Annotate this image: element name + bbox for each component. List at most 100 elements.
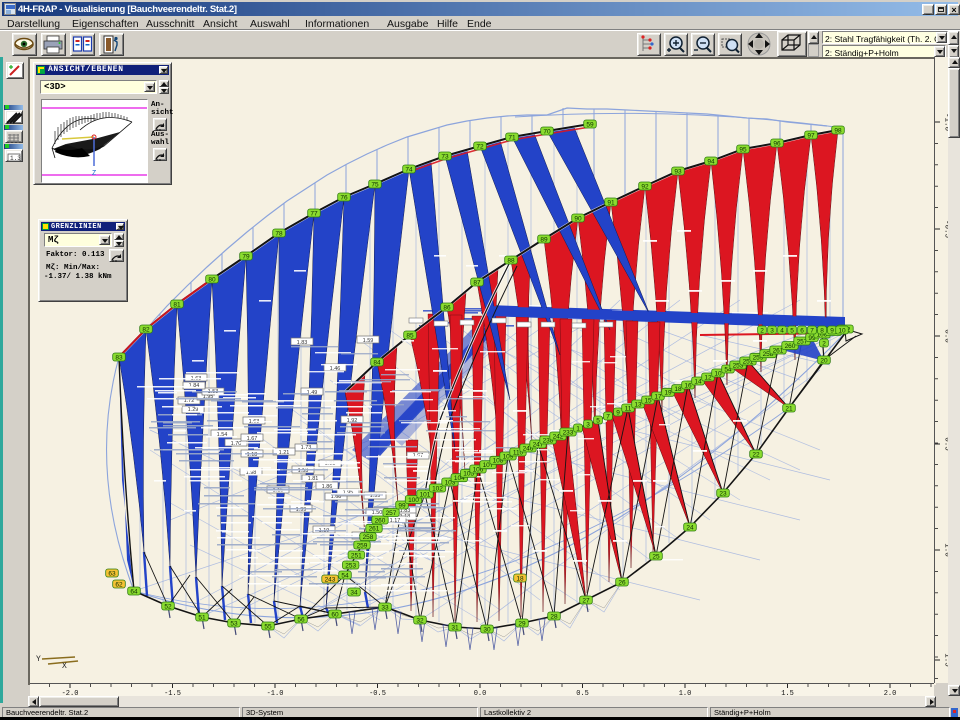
svg-text:25: 25 <box>652 553 660 560</box>
svg-text:1.70: 1.70 <box>231 441 242 447</box>
svg-text:5: 5 <box>596 417 600 424</box>
svg-text:251: 251 <box>351 552 362 559</box>
svg-text:1.18: 1.18 <box>247 452 258 458</box>
svg-text:34: 34 <box>350 589 358 596</box>
svg-text:Y: Y <box>36 655 41 664</box>
svg-text:8: 8 <box>820 327 824 334</box>
svg-text:1.67: 1.67 <box>247 436 258 442</box>
svg-text:59: 59 <box>586 121 594 128</box>
svg-text:233: 233 <box>563 429 574 436</box>
svg-text:1.29: 1.29 <box>188 407 199 413</box>
svg-text:102: 102 <box>432 485 443 492</box>
svg-text:72: 72 <box>476 143 484 150</box>
svg-text:64: 64 <box>130 588 138 595</box>
svg-text:26: 26 <box>618 579 626 586</box>
svg-text:52: 52 <box>164 603 172 610</box>
svg-text:29: 29 <box>518 620 526 627</box>
svg-text:9: 9 <box>830 327 834 334</box>
svg-text:11: 11 <box>625 405 632 412</box>
svg-text:55: 55 <box>264 623 272 630</box>
svg-text:1.21: 1.21 <box>279 450 290 456</box>
svg-text:88: 88 <box>507 257 515 264</box>
svg-text:96: 96 <box>773 140 781 147</box>
svg-text:X: X <box>62 662 67 671</box>
svg-text:75: 75 <box>371 181 379 188</box>
svg-text:17: 17 <box>654 393 662 400</box>
svg-text:20: 20 <box>820 357 828 364</box>
svg-text:54: 54 <box>341 572 349 579</box>
svg-text:15: 15 <box>644 397 652 404</box>
svg-text:62: 62 <box>115 581 123 588</box>
svg-text:63: 63 <box>108 570 116 577</box>
svg-text:6: 6 <box>800 327 804 334</box>
svg-text:7: 7 <box>810 327 814 334</box>
svg-text:95: 95 <box>739 146 747 153</box>
svg-text:33: 33 <box>381 604 389 611</box>
svg-text:79: 79 <box>242 253 250 260</box>
svg-text:1.59: 1.59 <box>363 338 374 344</box>
svg-text:90: 90 <box>574 215 582 222</box>
svg-text:10: 10 <box>838 327 846 334</box>
svg-text:74: 74 <box>405 166 413 173</box>
svg-text:243: 243 <box>325 576 336 583</box>
svg-text:91: 91 <box>607 199 615 206</box>
svg-text:24: 24 <box>686 524 694 531</box>
svg-text:3: 3 <box>770 327 774 334</box>
svg-text:56: 56 <box>297 616 305 623</box>
svg-text:1.53: 1.53 <box>298 468 309 474</box>
svg-text:12: 12 <box>704 374 712 381</box>
svg-text:60: 60 <box>331 611 339 618</box>
svg-text:7: 7 <box>606 413 610 420</box>
svg-text:89: 89 <box>540 236 548 243</box>
svg-text:14: 14 <box>694 378 702 385</box>
svg-text:76: 76 <box>340 194 348 201</box>
svg-text:83: 83 <box>115 354 123 361</box>
svg-text:70: 70 <box>543 128 551 135</box>
svg-text:71: 71 <box>508 134 516 141</box>
svg-text:98: 98 <box>834 127 842 134</box>
svg-text:4: 4 <box>780 327 784 334</box>
svg-text:87: 87 <box>473 279 481 286</box>
svg-text:261: 261 <box>369 526 380 533</box>
svg-text:10: 10 <box>714 370 722 377</box>
svg-text:82: 82 <box>142 326 150 333</box>
svg-text:85: 85 <box>406 332 414 339</box>
svg-text:73: 73 <box>441 153 449 160</box>
svg-text:99: 99 <box>398 502 406 509</box>
svg-text:19: 19 <box>664 390 672 397</box>
svg-text:93: 93 <box>674 168 682 175</box>
svg-text:16: 16 <box>684 382 692 389</box>
svg-text:92: 92 <box>641 183 649 190</box>
svg-text:259: 259 <box>357 542 368 549</box>
svg-text:84: 84 <box>373 359 381 366</box>
svg-text:101: 101 <box>420 491 431 498</box>
svg-text:258: 258 <box>363 534 374 541</box>
svg-text:51: 51 <box>198 614 206 621</box>
svg-text:5: 5 <box>790 327 794 334</box>
svg-text:260: 260 <box>375 517 386 524</box>
svg-text:1.83: 1.83 <box>297 340 308 346</box>
svg-text:13: 13 <box>634 401 642 408</box>
svg-text:86: 86 <box>443 304 451 311</box>
svg-text:81: 81 <box>173 301 181 308</box>
svg-text:30: 30 <box>483 626 491 633</box>
svg-text:23: 23 <box>719 490 727 497</box>
svg-text:9: 9 <box>616 409 620 416</box>
svg-text:80: 80 <box>208 276 216 283</box>
svg-text:94: 94 <box>707 158 715 165</box>
svg-text:257: 257 <box>386 510 397 517</box>
svg-text:1.73: 1.73 <box>301 445 312 451</box>
svg-text:78: 78 <box>275 230 283 237</box>
svg-text:27: 27 <box>582 597 590 604</box>
svg-text:253: 253 <box>345 562 356 569</box>
svg-text:31: 31 <box>451 624 459 631</box>
svg-text:21: 21 <box>785 405 793 412</box>
svg-text:1.99: 1.99 <box>296 507 307 513</box>
svg-text:2: 2 <box>822 340 826 347</box>
svg-text:53: 53 <box>230 620 238 627</box>
svg-text:22: 22 <box>752 451 760 458</box>
svg-text:18: 18 <box>674 386 682 393</box>
svg-text:1: 1 <box>576 425 580 432</box>
svg-text:3: 3 <box>586 421 590 428</box>
svg-text:28: 28 <box>550 613 558 620</box>
